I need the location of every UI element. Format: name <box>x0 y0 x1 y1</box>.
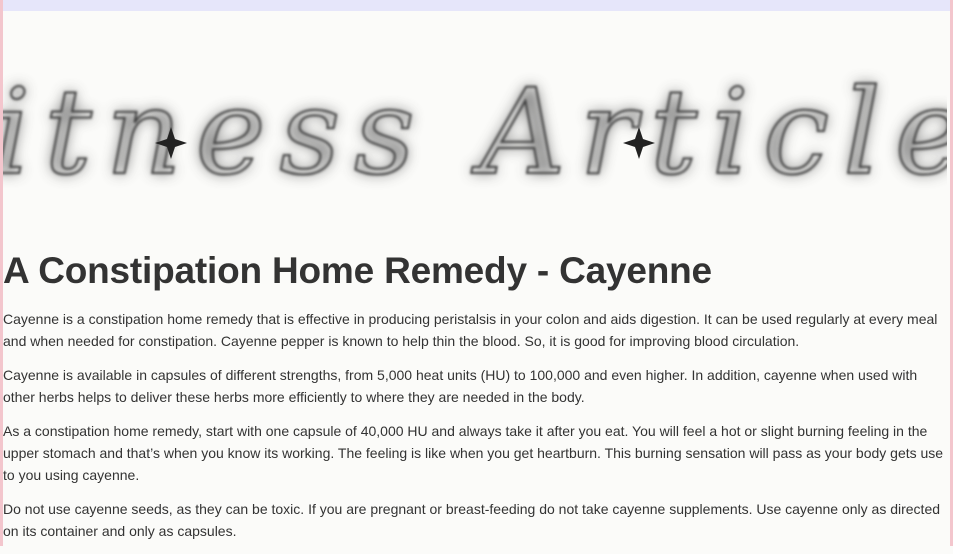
banner-logo-graphic: Fitness Articles Fitness Articles <box>3 62 947 202</box>
article-paragraph: As a constipation home remedy, start wit… <box>3 423 944 483</box>
article-paragraph: Cayenne is available in capsules of diff… <box>3 367 918 405</box>
banner-logo-text: Fitness Articles <box>3 63 947 201</box>
article-body: Cayenne is a constipation home remedy th… <box>3 308 944 554</box>
article-paragraph: Do not use cayenne seeds, as they can be… <box>3 501 941 539</box>
article-title: A Constipation Home Remedy - Cayenne <box>3 250 712 291</box>
page-content: Fitness Articles Fitness Articles A Cons… <box>3 11 947 546</box>
top-band <box>3 0 950 11</box>
article-paragraph: Cayenne is a constipation home remedy th… <box>3 311 938 349</box>
site-banner-logo[interactable]: Fitness Articles Fitness Articles <box>3 23 947 253</box>
